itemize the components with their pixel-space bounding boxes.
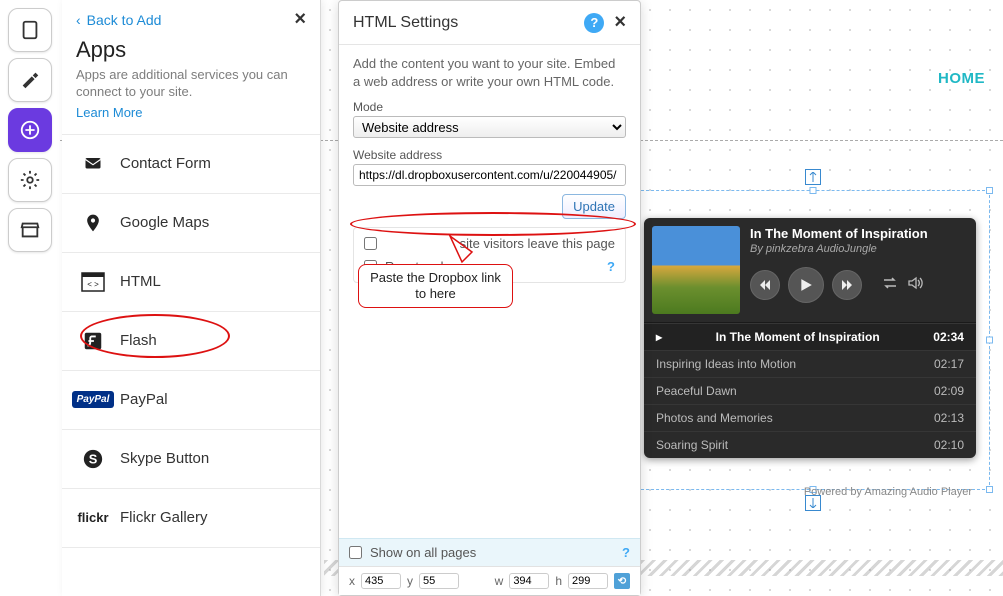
help-icon[interactable]: ? [622,545,630,560]
playlist-row[interactable]: Photos and Memories02:13 [644,404,976,431]
app-label: Contact Form [120,155,211,172]
track-title: In The Moment of Inspiration [750,226,964,241]
app-paypal[interactable]: PayPal PayPal [62,370,320,430]
mode-select[interactable]: Website address [353,116,626,138]
help-icon[interactable]: ? [607,259,615,274]
learn-more-link[interactable]: Learn More [76,105,142,120]
album-art [652,226,740,314]
close-icon[interactable]: × [294,8,306,31]
track-artist: By pinkzebra AudioJungle [750,243,964,255]
coord-h-label: h [555,574,562,588]
playlist-row[interactable]: Soaring Spirit02:10 [644,431,976,458]
address-label: Website address [353,148,626,162]
rail-add[interactable] [8,108,52,152]
update-button[interactable]: Update [562,194,626,219]
paypal-icon: PayPal [80,389,106,411]
audio-player: In The Moment of Inspiration By pinkzebr… [644,218,976,458]
apps-title: Apps [76,37,306,63]
rail-design[interactable] [8,58,52,102]
resize-icon[interactable]: ⟲ [614,573,630,589]
flickr-icon: flickr [80,507,106,529]
rail-pages[interactable] [8,8,52,52]
nav-home[interactable]: HOME [938,70,985,87]
address-input[interactable] [353,164,626,186]
playlist-row[interactable]: Inspiring Ideas into Motion02:17 [644,350,976,377]
coord-x-input[interactable] [361,573,401,589]
coord-y-input[interactable] [419,573,459,589]
close-icon[interactable]: × [614,11,626,34]
app-flash[interactable]: Flash [62,311,320,371]
drag-handle-top[interactable] [805,169,821,185]
coord-h-input[interactable] [568,573,608,589]
annotation-tail [448,234,474,264]
back-label: Back to Add [87,12,162,28]
chevron-left-icon: ‹ [76,12,81,28]
playlist-row[interactable]: In The Moment of Inspiration02:34 [644,323,976,350]
app-label: PayPal [120,391,168,408]
apps-list: Contact Form Google Maps < > HTML Flash … [62,134,320,548]
svg-text:S: S [89,451,98,466]
annotation-callout: Paste the Dropbox link to here [358,264,513,308]
coord-x-label: x [349,574,355,588]
app-html[interactable]: < > HTML [62,252,320,312]
resize-handle[interactable] [986,187,993,194]
app-label: HTML [120,273,161,290]
flash-icon [80,330,106,352]
app-label: Flash [120,332,157,349]
app-label: Google Maps [120,214,209,231]
show-all-pages-label: Show on all pages [370,545,476,560]
app-label: Skype Button [120,450,209,467]
volume-icon[interactable] [908,276,924,295]
prev-button[interactable] [750,270,780,300]
rail-market[interactable] [8,208,52,252]
coord-w-input[interactable] [509,573,549,589]
leave-page-label: site visitors leave this page [385,236,615,251]
next-button[interactable] [832,270,862,300]
back-to-add[interactable]: ‹ Back to Add [76,12,161,28]
resize-handle[interactable] [986,486,993,493]
resize-handle[interactable] [810,187,817,194]
app-label: Flickr Gallery [120,509,208,526]
leave-page-checkbox[interactable] [364,237,377,250]
envelope-icon [80,153,106,175]
show-all-pages-checkbox[interactable] [349,546,362,559]
apps-desc: Apps are additional services you can con… [76,67,306,101]
rail-settings[interactable] [8,158,52,202]
app-skype[interactable]: S Skype Button [62,429,320,489]
repeat-icon[interactable] [882,276,898,295]
mode-label: Mode [353,100,626,114]
resize-handle[interactable] [986,337,993,344]
coord-y-label: y [407,574,413,588]
settings-desc: Add the content you want to your site. E… [353,55,626,90]
svg-text:< >: < > [87,280,99,289]
play-button[interactable] [788,267,824,303]
player-footer: Powered by Amazing Audio Player [644,480,976,498]
app-google-maps[interactable]: Google Maps [62,193,320,253]
code-icon: < > [80,271,106,293]
apps-panel: ‹ Back to Add × Apps Apps are additional… [62,0,321,596]
skype-icon: S [80,448,106,470]
tool-rail [0,0,60,596]
settings-title: HTML Settings [353,14,458,32]
app-flickr[interactable]: flickr Flickr Gallery [62,488,320,548]
pin-icon [80,212,106,234]
coord-w-label: w [495,574,504,588]
help-icon[interactable]: ? [584,13,604,33]
playlist-row[interactable]: Peaceful Dawn02:09 [644,377,976,404]
app-contact-form[interactable]: Contact Form [62,134,320,194]
playlist: In The Moment of Inspiration02:34 Inspir… [644,322,976,458]
